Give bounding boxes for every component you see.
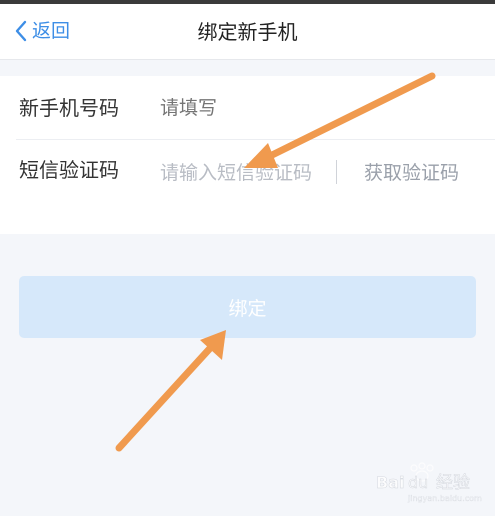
baidu-jingyan-watermark: Bai du 经验 jingyan.baidu.com: [374, 462, 486, 504]
arrow-to-bind-button: [115, 330, 226, 452]
bind-button-label: 绑定: [228, 297, 267, 320]
phone-label: 新手机号码: [19, 96, 119, 120]
field-separator: [336, 160, 337, 184]
divider: [16, 139, 495, 140]
svg-text:Bai: Bai: [376, 473, 404, 492]
sms-code-input[interactable]: 请输入短信验证码: [160, 158, 325, 189]
svg-text:jingyan.baidu.com: jingyan.baidu.com: [407, 494, 482, 503]
svg-text:du: du: [408, 473, 428, 492]
svg-text:经验: 经验: [436, 473, 470, 493]
navigation-bar: 返回 绑定新手机: [0, 4, 495, 60]
bind-button[interactable]: 绑定: [19, 276, 476, 338]
paw-logo-icon: Bai du 经验 jingyan.baidu.com: [376, 462, 482, 503]
get-code-button[interactable]: 获取验证码: [364, 158, 488, 189]
phone-input[interactable]: [160, 93, 460, 123]
sms-code-label: 短信验证码: [19, 158, 119, 182]
page-title: 绑定新手机: [197, 20, 298, 44]
